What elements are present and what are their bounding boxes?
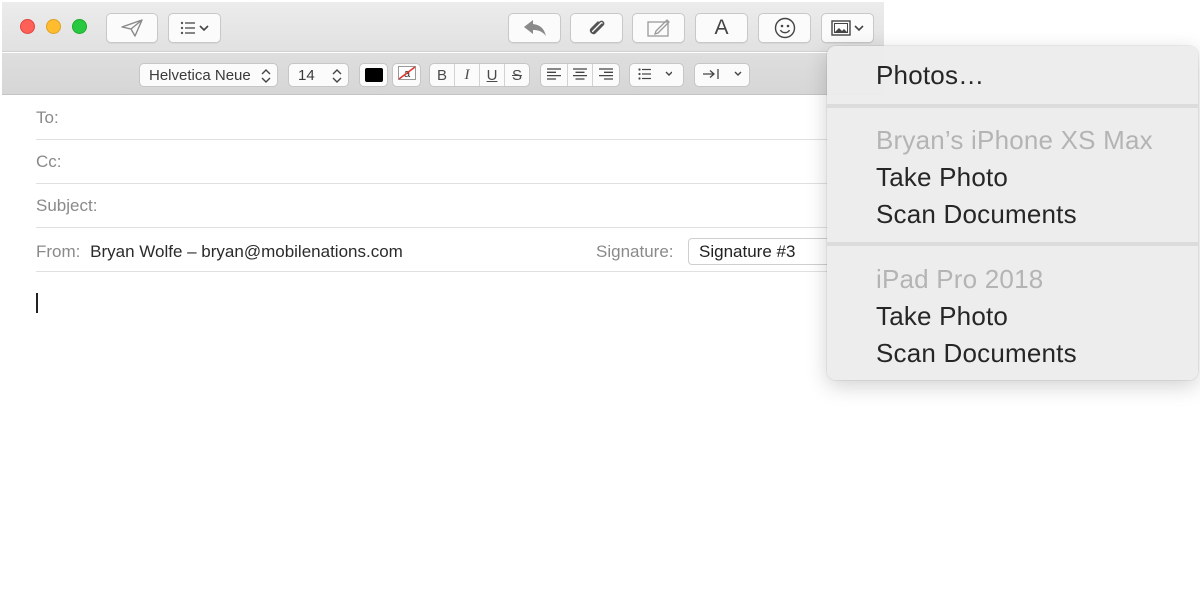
divider [36, 183, 836, 184]
list-icon [180, 21, 210, 35]
font-size-value: 14 [298, 66, 315, 84]
menu-separator [827, 242, 1198, 246]
compose-window: A Helvetica Neue 14 a B I U S To: Cc: Su… [2, 2, 884, 598]
font-family-value: Helvetica Neue [149, 66, 251, 84]
underline-button[interactable]: U [480, 64, 505, 86]
divider [36, 227, 836, 228]
message-body[interactable] [2, 282, 828, 582]
up-down-chevron-icon [261, 68, 271, 88]
to-label: To: [36, 108, 59, 127]
align-left-icon [546, 67, 561, 84]
from-label: From: [36, 242, 81, 261]
format-label: A [714, 16, 729, 39]
menu-header-iphone: Bryan’s iPhone XS Max [876, 125, 1153, 155]
zoom-button[interactable] [72, 19, 87, 34]
send-button[interactable] [106, 13, 158, 43]
text-color-swatch [364, 68, 383, 82]
reply-arrow-icon [523, 19, 547, 37]
menu-separator [827, 104, 1198, 108]
indent-select[interactable] [694, 63, 750, 87]
alignment-group [540, 63, 620, 87]
from-row: From: Bryan Wolfe – bryan@mobilenations.… [36, 242, 403, 262]
menu-header-ipad: iPad Pro 2018 [876, 264, 1044, 294]
markup-icon [646, 19, 671, 37]
paper-plane-icon [121, 19, 143, 37]
text-style-group: B I U S [429, 63, 530, 87]
font-size-select[interactable]: 14 [288, 63, 349, 87]
menu-item-ipad-scan-documents[interactable]: Scan Documents [876, 338, 1077, 369]
italic-button[interactable]: I [455, 64, 480, 86]
menu-item-iphone-scan-documents[interactable]: Scan Documents [876, 199, 1077, 230]
toolbar: A [2, 2, 884, 52]
paperclip-icon [587, 17, 607, 39]
header-fields-button[interactable] [168, 13, 221, 43]
close-button[interactable] [20, 19, 35, 34]
no-color-icon: a [397, 66, 416, 84]
photo-icon [830, 19, 865, 37]
from-account-select[interactable]: Bryan Wolfe – bryan@mobilenations.com [90, 242, 403, 261]
cc-label: Cc: [36, 152, 62, 171]
bold-button[interactable]: B [430, 64, 455, 86]
menu-item-iphone-take-photo[interactable]: Take Photo [876, 162, 1008, 193]
signature-label: Signature: [596, 242, 674, 261]
photo-browser-button[interactable] [821, 13, 874, 43]
strikethrough-button[interactable]: S [505, 64, 529, 86]
align-center-button[interactable] [568, 64, 594, 86]
reply-button[interactable] [508, 13, 561, 43]
minimize-button[interactable] [46, 19, 61, 34]
subject-label: Subject: [36, 196, 98, 215]
divider [36, 271, 836, 272]
align-right-icon [599, 67, 614, 84]
bullet-list-icon [638, 67, 673, 84]
menu-item-photos[interactable]: Photos… [876, 60, 984, 91]
menu-item-ipad-take-photo[interactable]: Take Photo [876, 301, 1008, 332]
emoji-button[interactable] [758, 13, 811, 43]
indent-icon [703, 67, 743, 84]
list-style-select[interactable] [629, 63, 684, 87]
signature-select[interactable]: Signature #3 [688, 238, 838, 265]
up-down-chevron-icon [332, 68, 342, 88]
align-center-icon [572, 67, 587, 84]
markup-button[interactable] [632, 13, 685, 43]
format-button[interactable]: A [695, 13, 748, 43]
attach-button[interactable] [570, 13, 623, 43]
background-color-button[interactable]: a [392, 63, 421, 87]
text-color-button[interactable] [359, 63, 388, 87]
smiley-icon [774, 17, 796, 39]
divider [36, 139, 836, 140]
font-family-select[interactable]: Helvetica Neue [139, 63, 278, 87]
photo-dropdown-menu: Photos… Bryan’s iPhone XS Max Take Photo… [827, 46, 1198, 380]
align-right-button[interactable] [593, 64, 619, 86]
align-left-button[interactable] [541, 64, 568, 86]
